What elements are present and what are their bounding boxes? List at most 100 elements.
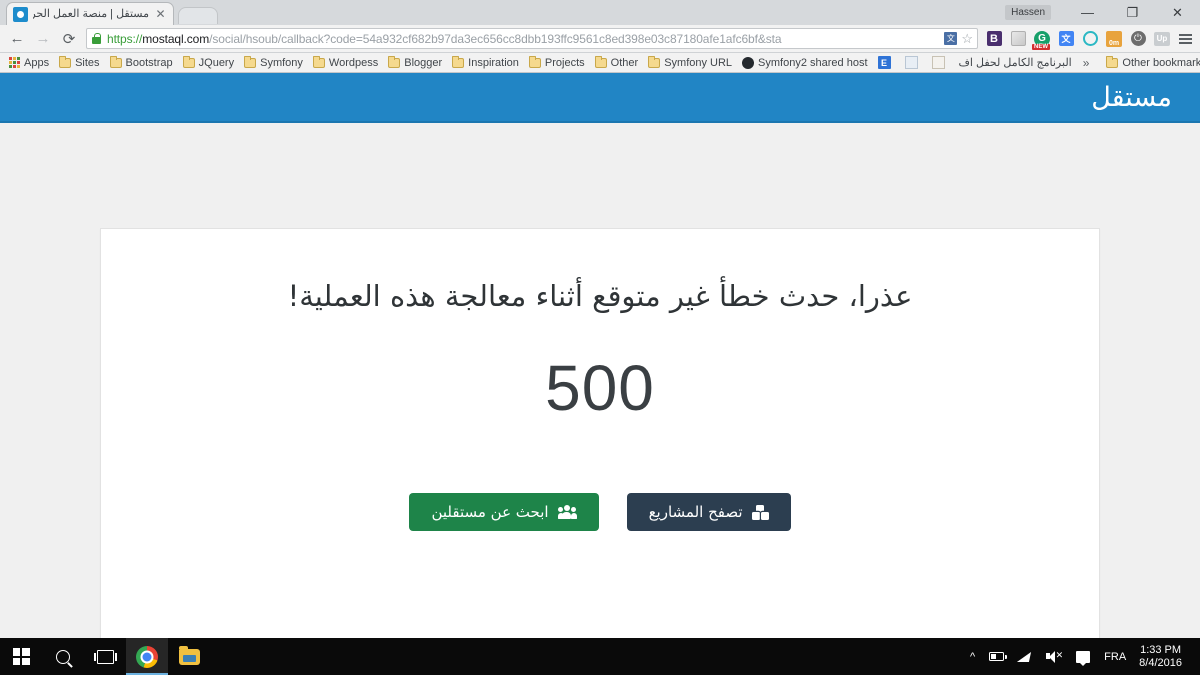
bookmark-doc[interactable] bbox=[927, 54, 954, 72]
bookmarks-bar: Apps Sites Bootstrap JQuery Symfony Word… bbox=[0, 53, 1200, 73]
up-extension-icon[interactable]: Up bbox=[1150, 27, 1174, 51]
start-button[interactable] bbox=[0, 638, 42, 675]
browser-window: مستقل | منصة العمل الحر ا ✕ Hassen — ❐ ✕… bbox=[0, 0, 1200, 638]
mostaql-logo[interactable]: مستقل bbox=[1091, 84, 1173, 111]
battery-icon[interactable] bbox=[982, 638, 1011, 675]
evernote-icon: E bbox=[877, 56, 891, 69]
power-glyph: ⏻ bbox=[1130, 31, 1146, 46]
error-card: عذرا، حدث خطأ غير متوقع أثناء معالجة هذه… bbox=[100, 228, 1100, 638]
address-bar[interactable]: https://mostaql.com/social/hsoub/callbac… bbox=[86, 28, 978, 49]
folder-icon bbox=[388, 55, 401, 68]
cubes-icon bbox=[751, 504, 769, 520]
browser-tab[interactable]: مستقل | منصة العمل الحر ا ✕ bbox=[6, 2, 174, 25]
bookmark-image[interactable] bbox=[900, 54, 927, 72]
chrome-menu-button[interactable] bbox=[1174, 27, 1196, 51]
google-translate-extension-icon[interactable]: 文 bbox=[1054, 27, 1078, 51]
bookmark-evernote[interactable]: E bbox=[873, 54, 900, 72]
forward-button[interactable]: → bbox=[30, 26, 56, 52]
minimize-button[interactable]: — bbox=[1065, 0, 1110, 25]
bookmark-symfony-url[interactable]: Symfony URL bbox=[643, 54, 737, 72]
apps-grid-icon bbox=[9, 57, 20, 68]
bookmark-label: Sites bbox=[75, 56, 100, 69]
power-extension-icon[interactable]: ⏻ bbox=[1126, 27, 1150, 51]
address-bar-url: https://mostaql.com/social/hsoub/callbac… bbox=[107, 31, 782, 46]
grammarly-extension-icon[interactable]: G NEW bbox=[1030, 27, 1054, 51]
bookmark-label: Symfony URL bbox=[664, 56, 733, 69]
action-center-icon[interactable] bbox=[1069, 638, 1097, 675]
reload-button[interactable]: ⟳ bbox=[56, 26, 82, 52]
browse-projects-label: تصفح المشاريع bbox=[648, 503, 743, 521]
folder-icon bbox=[59, 55, 72, 68]
bookmark-blogger[interactable]: Blogger bbox=[383, 54, 447, 72]
bookmark-inspiration[interactable]: Inspiration bbox=[447, 54, 524, 72]
tray-overflow-button[interactable]: ^ bbox=[963, 638, 982, 675]
folder-icon bbox=[182, 55, 195, 68]
browser-toolbar: ← → ⟳ https://mostaql.com/social/hsoub/c… bbox=[0, 25, 1200, 53]
tab-strip: مستقل | منصة العمل الحر ا ✕ Hassen — ❐ ✕ bbox=[0, 0, 1200, 25]
bookmark-symfony[interactable]: Symfony bbox=[239, 54, 308, 72]
back-button[interactable]: ← bbox=[4, 26, 30, 52]
github-icon bbox=[742, 56, 755, 69]
bookmark-other[interactable]: Other bbox=[590, 54, 644, 72]
bookmark-label: Symfony bbox=[260, 56, 303, 69]
folder-icon bbox=[452, 55, 465, 68]
search-icon bbox=[56, 649, 70, 664]
taskbar-clock[interactable]: 1:33 PM 8/4/2016 bbox=[1133, 644, 1192, 670]
tab-close-icon[interactable]: ✕ bbox=[154, 8, 167, 21]
bitwarden-glyph: B bbox=[986, 31, 1002, 46]
bookmark-label: Other bbox=[610, 56, 639, 69]
image-favicon-icon bbox=[904, 56, 918, 69]
language-indicator[interactable]: FRA bbox=[1097, 638, 1133, 675]
clock-date: 8/4/2016 bbox=[1139, 656, 1182, 669]
bookmark-symfony2-shared-host[interactable]: Symfony2 shared host bbox=[737, 54, 872, 72]
tab-title: مستقل | منصة العمل الحر ا bbox=[33, 7, 149, 20]
bookmark-label: Symfony2 shared host bbox=[758, 56, 868, 69]
bookmark-star-icon[interactable]: ☆ bbox=[961, 31, 973, 47]
lock-icon bbox=[91, 33, 102, 44]
bookmark-label: Apps bbox=[24, 56, 50, 69]
close-window-button[interactable]: ✕ bbox=[1155, 0, 1200, 25]
bookmark-jquery[interactable]: JQuery bbox=[178, 54, 239, 72]
bookmark-arabic[interactable]: البرنامج الكامل لحفل اف bbox=[954, 54, 1077, 72]
profile-name-button[interactable]: Hassen bbox=[1005, 5, 1051, 20]
folder-icon bbox=[109, 55, 122, 68]
file-explorer-icon bbox=[178, 645, 200, 665]
window-controls: Hassen — ❐ ✕ bbox=[1005, 0, 1200, 25]
find-freelancers-button[interactable]: ابحث عن مستقلين bbox=[409, 493, 599, 531]
translate-icon[interactable]: 文 bbox=[944, 32, 958, 45]
folder-icon bbox=[528, 55, 541, 68]
browse-projects-button[interactable]: تصفح المشاريع bbox=[626, 493, 791, 531]
translate-glyph: 文 bbox=[1058, 31, 1074, 46]
timer-extension-icon[interactable]: 0m bbox=[1102, 27, 1126, 51]
file-explorer-taskbar-button[interactable] bbox=[168, 638, 210, 675]
omnibox-icons: 文 ☆ bbox=[940, 30, 973, 47]
bitwarden-extension-icon[interactable]: B bbox=[982, 27, 1006, 51]
chrome-icon bbox=[136, 645, 158, 668]
cube-extension-icon[interactable] bbox=[1006, 27, 1030, 51]
bookmarks-overflow-button[interactable]: » bbox=[1077, 56, 1096, 70]
task-view-button[interactable] bbox=[84, 638, 126, 675]
bookmark-bootstrap[interactable]: Bootstrap bbox=[105, 54, 178, 72]
folder-icon bbox=[594, 55, 607, 68]
bookmark-label: Blogger bbox=[404, 56, 443, 69]
bookmark-wordpess[interactable]: Wordpess bbox=[308, 54, 383, 72]
clock-extension-icon[interactable] bbox=[1078, 27, 1102, 51]
chrome-taskbar-button[interactable] bbox=[126, 638, 168, 675]
maximize-button[interactable]: ❐ bbox=[1110, 0, 1155, 25]
url-path: /social/hsoub/callback?code=54a932cf682b… bbox=[209, 31, 782, 46]
cube-glyph bbox=[1010, 31, 1026, 46]
bookmark-label: JQuery bbox=[198, 56, 235, 69]
doc-favicon-icon bbox=[931, 56, 945, 69]
bookmark-sites[interactable]: Sites bbox=[54, 54, 104, 72]
wifi-icon[interactable] bbox=[1011, 638, 1039, 675]
volume-muted-icon[interactable]: ✕ bbox=[1039, 638, 1069, 675]
folder-icon bbox=[244, 55, 257, 68]
new-tab-button[interactable] bbox=[178, 7, 218, 24]
bookmark-label: Wordpess bbox=[328, 56, 379, 69]
folder-icon bbox=[312, 55, 325, 68]
bookmark-apps[interactable]: Apps bbox=[4, 54, 54, 72]
error-code: 500 bbox=[545, 352, 655, 424]
other-bookmarks-folder[interactable]: Other bookmarks bbox=[1101, 54, 1200, 72]
taskbar-search-button[interactable] bbox=[42, 638, 84, 675]
bookmark-projects[interactable]: Projects bbox=[524, 54, 590, 72]
